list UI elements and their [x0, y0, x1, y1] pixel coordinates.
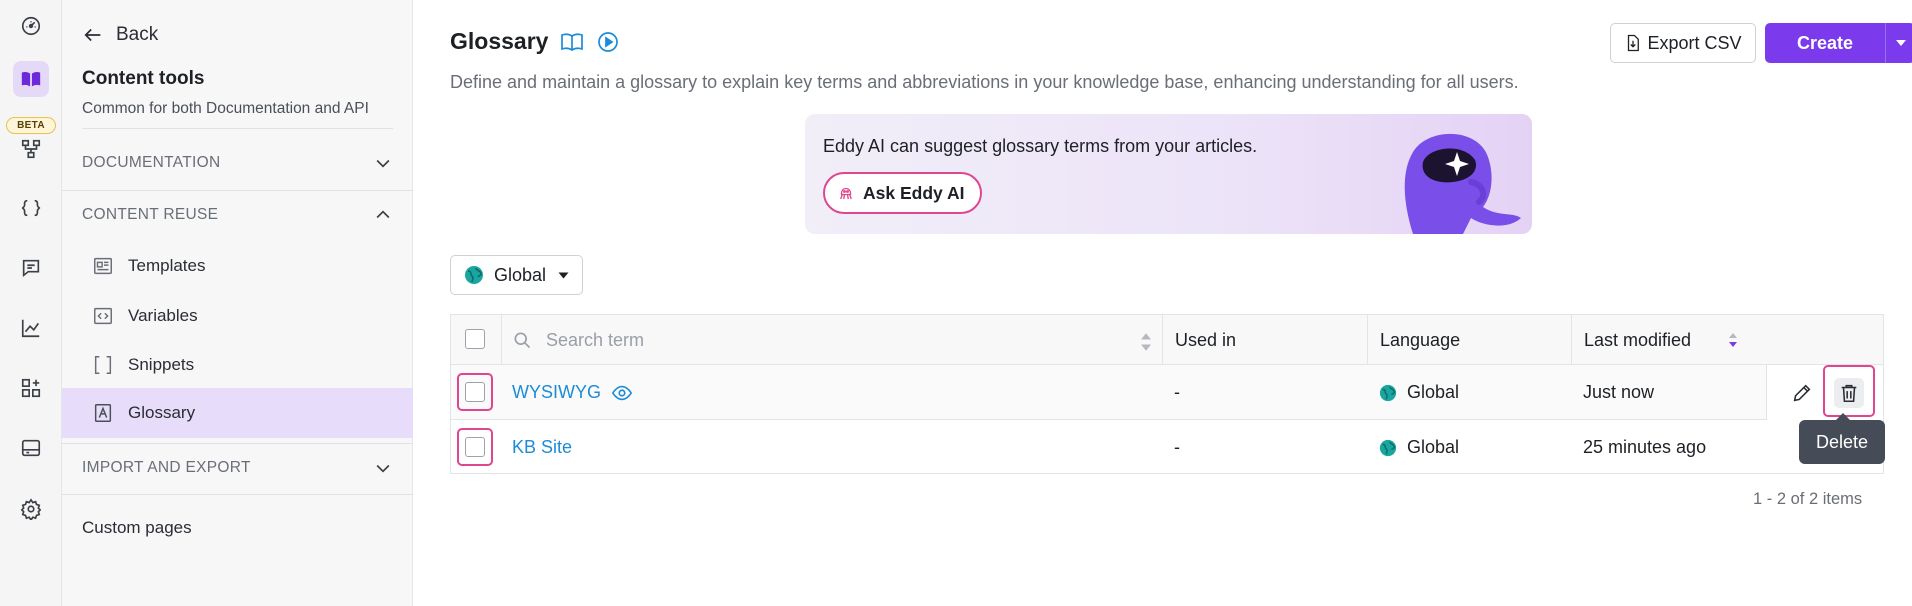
- chevron-up-icon: [376, 210, 390, 219]
- portal-layout-icon[interactable]: [13, 430, 49, 466]
- create-button[interactable]: Create: [1765, 23, 1885, 63]
- eddy-ai-banner: Eddy AI can suggest glossary terms from …: [805, 114, 1532, 234]
- sidebar-item-templates[interactable]: Templates: [62, 241, 413, 291]
- search-term-field[interactable]: Search term: [501, 315, 1161, 365]
- sidebar-item-label: Snippets: [128, 355, 195, 374]
- ask-eddy-ai-button[interactable]: Ask Eddy AI: [823, 172, 983, 214]
- search-icon: [514, 332, 531, 349]
- icon-rail: BETA: [0, 0, 62, 606]
- sidebar-item-custom-pages[interactable]: Custom pages: [82, 518, 192, 538]
- pagination-summary: 1 - 2 of 2 items: [1753, 490, 1863, 508]
- sidebar-item-variables[interactable]: Variables: [62, 291, 413, 341]
- section-label: DOCUMENTATION: [82, 154, 221, 171]
- apps-icon[interactable]: [13, 370, 49, 406]
- highlight-checkbox: [457, 428, 493, 466]
- term-link[interactable]: WYSIWYG: [512, 382, 601, 403]
- section-import-export[interactable]: IMPORT AND EXPORT: [82, 443, 393, 493]
- export-csv-button[interactable]: Export CSV: [1610, 23, 1756, 63]
- term-cell: KB Site: [512, 420, 572, 475]
- variables-icon: [94, 307, 112, 325]
- main-content: Glossary Define and maintain a glossary …: [413, 0, 1912, 606]
- pencil-icon: [1793, 384, 1811, 402]
- sort-active-icon[interactable]: [1728, 332, 1738, 348]
- caret-down-icon: [1895, 40, 1906, 46]
- column-last-modified[interactable]: Last modified: [1571, 315, 1748, 365]
- eddy-octopus-icon: [840, 187, 852, 200]
- delete-tooltip: Delete: [1799, 413, 1885, 464]
- workflow-icon[interactable]: [13, 131, 49, 167]
- page-description: Define and maintain a glossary to explai…: [450, 72, 1519, 92]
- sidebar-item-label: Glossary: [128, 403, 196, 422]
- eye-icon[interactable]: [611, 382, 633, 404]
- highlight-delete: [1823, 365, 1875, 417]
- search-placeholder: Search term: [546, 329, 645, 350]
- eddy-mascot-illustration: [1404, 133, 1521, 234]
- ask-eddy-label: Ask Eddy AI: [863, 182, 965, 203]
- language-cell: Global: [1379, 420, 1459, 475]
- page-title: Glossary: [450, 28, 549, 54]
- section-label: CONTENT REUSE: [82, 206, 219, 223]
- globe-icon: [465, 266, 483, 284]
- section-label: IMPORT AND EXPORT: [82, 459, 251, 476]
- column-language[interactable]: Language: [1367, 315, 1571, 365]
- sidebar-item-glossary[interactable]: Glossary: [62, 388, 413, 438]
- language-label: Global: [1407, 437, 1460, 457]
- term-link[interactable]: KB Site: [512, 437, 572, 458]
- back-label: Back: [116, 24, 159, 45]
- snippets-icon: [94, 356, 112, 374]
- table-header: Search term Used in Language Last modifi…: [451, 315, 1883, 365]
- file-download-icon: [1628, 34, 1640, 52]
- language-filter-button[interactable]: Global: [450, 255, 583, 295]
- content-tools-sidebar: Back Content tools Common for both Docum…: [62, 0, 413, 606]
- documentation-book-icon[interactable]: [13, 61, 49, 97]
- select-all-checkbox[interactable]: [465, 329, 485, 349]
- create-dropdown-button[interactable]: [1885, 23, 1912, 63]
- chevron-down-icon: [376, 464, 390, 473]
- language-filter-label: Global: [494, 264, 547, 285]
- play-video-icon[interactable]: [596, 30, 620, 54]
- banner-text: Eddy AI can suggest glossary terms from …: [823, 136, 1258, 156]
- sidebar-title: Content tools: [82, 68, 205, 89]
- chevron-down-icon: [376, 159, 390, 168]
- dashboard-icon[interactable]: [13, 8, 49, 44]
- api-braces-icon[interactable]: [13, 190, 49, 226]
- last-modified-cell: Just now: [1583, 382, 1655, 402]
- term-cell: WYSIWYG: [512, 365, 633, 420]
- caret-down-icon: [558, 272, 569, 278]
- table-row: KB Site - Global 25 minutes ago: [451, 420, 1883, 475]
- globe-icon: [1379, 384, 1397, 401]
- sort-icon[interactable]: [1136, 332, 1156, 352]
- title-row: Glossary: [450, 28, 620, 55]
- last-modified-cell: 25 minutes ago: [1583, 437, 1707, 457]
- book-open-icon[interactable]: [560, 30, 584, 54]
- section-documentation[interactable]: DOCUMENTATION: [82, 138, 393, 188]
- used-in-cell: -: [1174, 437, 1180, 457]
- settings-gear-icon[interactable]: [13, 491, 49, 527]
- sidebar-subtitle: Common for both Documentation and API: [82, 100, 369, 117]
- highlight-checkbox: [457, 373, 493, 411]
- section-content-reuse[interactable]: CONTENT REUSE: [82, 190, 393, 240]
- divider: [82, 128, 393, 129]
- back-link[interactable]: Back: [82, 24, 158, 46]
- sidebar-item-label: Variables: [128, 306, 198, 325]
- arrow-left-icon: [84, 28, 101, 42]
- column-used-in[interactable]: Used in: [1162, 315, 1367, 365]
- globe-icon: [1379, 439, 1397, 456]
- used-in-cell: -: [1174, 382, 1180, 402]
- glossary-table: Search term Used in Language Last modifi…: [450, 314, 1884, 474]
- edit-button[interactable]: [1787, 378, 1817, 408]
- glossary-icon: [94, 404, 112, 422]
- sidebar-item-snippets[interactable]: Snippets: [62, 340, 413, 390]
- divider: [62, 494, 413, 495]
- templates-icon: [94, 257, 112, 275]
- language-label: Global: [1407, 382, 1460, 402]
- sidebar-item-label: Templates: [128, 256, 206, 275]
- table-row: WYSIWYG - Global Just now: [451, 365, 1883, 420]
- export-label: Export CSV: [1647, 32, 1742, 53]
- feedback-icon[interactable]: [13, 250, 49, 286]
- analytics-icon[interactable]: [13, 310, 49, 346]
- language-cell: Global: [1379, 365, 1459, 420]
